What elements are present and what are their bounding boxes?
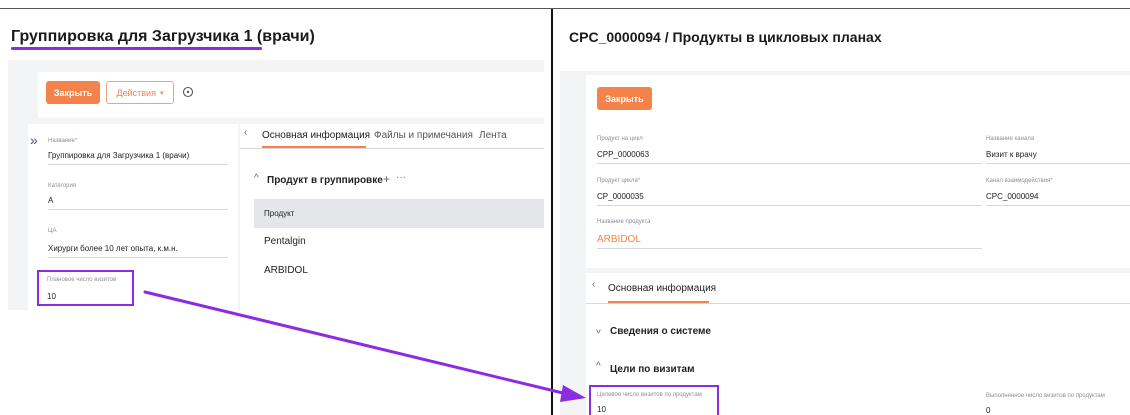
arrow-head: [560, 385, 586, 402]
annotation-arrow: [143, 290, 586, 402]
arrow-line: [143, 290, 569, 396]
